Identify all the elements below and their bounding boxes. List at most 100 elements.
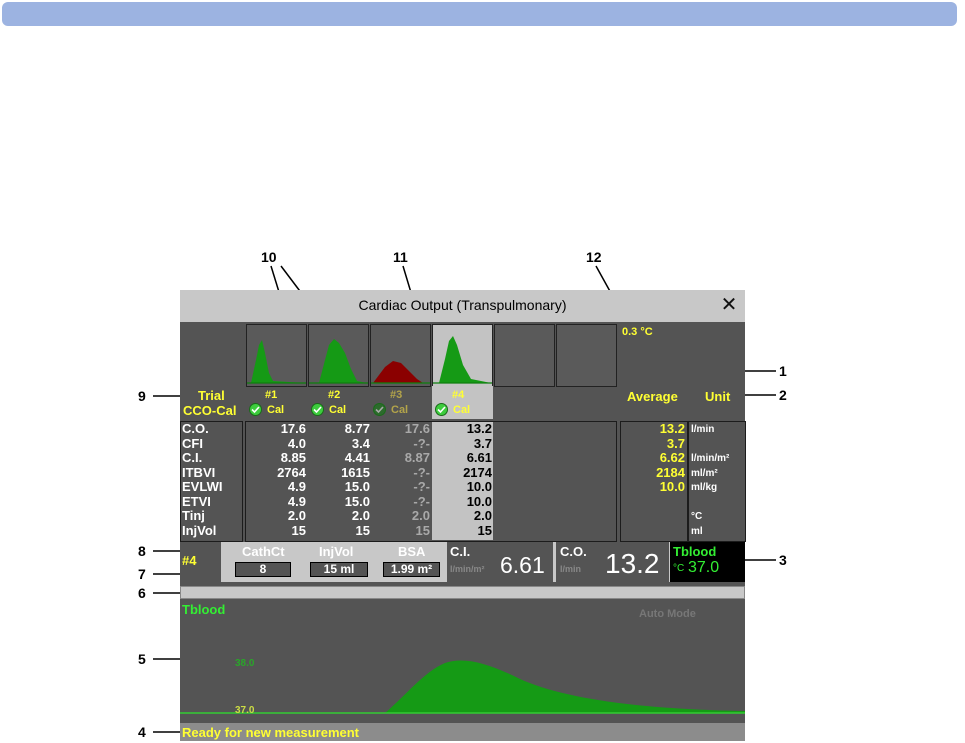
trial4-value: 13.2 xyxy=(466,421,492,436)
trial1-value: 17.6 xyxy=(280,421,306,436)
trial2-value: 15.0 xyxy=(344,479,370,494)
bottom-panel: #4 CathCt 8 InjVol 15 ml BSA 1.99 m² C.I… xyxy=(180,542,745,582)
trial1-value: 8.85 xyxy=(280,450,306,465)
trial-number-2: #2 xyxy=(328,389,341,401)
average-value: 3.7 xyxy=(666,436,685,451)
y-upper-label: 38.0 xyxy=(235,658,255,669)
trial2-value: 15 xyxy=(355,523,370,538)
close-icon[interactable]: ✕ xyxy=(718,294,740,316)
trial1-value: 4.0 xyxy=(287,436,306,451)
average-value: 13.2 xyxy=(659,421,685,436)
temp-readout: 0.3 °C xyxy=(622,326,653,338)
trial2-value: 1615 xyxy=(341,465,370,480)
trial1-value: 4.9 xyxy=(287,479,306,494)
co-value: 13.2 xyxy=(605,548,660,579)
unit-value: ml/m² xyxy=(691,468,718,479)
cal-label-2: Cal xyxy=(329,404,347,416)
ci-label: C.I. xyxy=(450,544,471,559)
param-label: EVLWI xyxy=(182,479,223,494)
trial-curve-4[interactable] xyxy=(432,324,493,387)
cal-label-3: Cal xyxy=(391,404,409,416)
unit-value: l/min xyxy=(691,424,715,435)
check-icon[interactable] xyxy=(435,403,448,416)
trial4-value: 10.0 xyxy=(466,494,492,509)
trial3-value: 15 xyxy=(415,523,430,538)
bsa-label: BSA xyxy=(398,544,426,559)
cal-label-1: Cal xyxy=(267,404,285,416)
unit-label: Unit xyxy=(705,389,731,404)
status-bar: Ready for new measurement xyxy=(180,723,745,741)
param-label: C.I. xyxy=(182,450,203,465)
trial2-value: 4.41 xyxy=(344,450,370,465)
param-label: ETVI xyxy=(182,494,211,509)
trial3-value: -?- xyxy=(413,479,430,494)
trial-curve-1[interactable] xyxy=(246,324,307,387)
tblood-unit: °C xyxy=(673,563,685,574)
trial2-value: 3.4 xyxy=(351,436,370,451)
average-value: 6.62 xyxy=(659,450,685,465)
trial3-value: -?- xyxy=(413,494,430,509)
average-value: 2184 xyxy=(656,465,685,480)
unit-value: ml/kg xyxy=(691,482,718,493)
unit-value: ml xyxy=(691,526,703,537)
co-label: C.O. xyxy=(560,544,587,559)
trial-curve-3[interactable] xyxy=(370,324,431,387)
y-lower-label: 37.0 xyxy=(235,705,255,716)
injvol-label: InjVol xyxy=(319,544,354,559)
trial3-value: 2.0 xyxy=(411,508,430,523)
trial1-value: 15 xyxy=(291,523,306,538)
trial-number-3: #3 xyxy=(390,389,403,401)
trial4-value: 2.0 xyxy=(473,508,492,523)
check-icon[interactable] xyxy=(373,403,386,416)
cal-label-4: Cal xyxy=(453,404,471,416)
trial4-value: 3.7 xyxy=(473,436,492,451)
trial1-value: 2.0 xyxy=(287,508,306,523)
unit-value: l/min/m² xyxy=(691,453,730,464)
average-value: 10.0 xyxy=(659,479,685,494)
check-icon[interactable] xyxy=(249,403,262,416)
current-trial-number: #4 xyxy=(182,553,197,568)
bsa-field[interactable]: 1.99 m² xyxy=(383,562,440,577)
trial-curve-5[interactable] xyxy=(494,324,555,387)
cardiac-output-window: Cardiac Output (Transpulmonary) ✕ 0.3 °C… xyxy=(180,290,746,741)
ci-value: 6.61 xyxy=(500,552,545,578)
trial3-value: 17.6 xyxy=(404,421,430,436)
param-label: C.O. xyxy=(182,421,209,436)
param-label: InjVol xyxy=(182,523,217,538)
param-label: ITBVI xyxy=(182,465,216,480)
trial4-value: 6.61 xyxy=(466,450,492,465)
window-title: Cardiac Output (Transpulmonary) xyxy=(358,297,567,313)
unit-value: °C xyxy=(691,511,703,522)
separator-bar xyxy=(180,586,745,599)
trial4-value: 2174 xyxy=(463,465,492,480)
trial2-value: 15.0 xyxy=(344,494,370,509)
co-unit: l/min xyxy=(560,564,582,574)
curve-label: Tblood xyxy=(182,602,226,617)
cco-cal-label: CCO-Cal xyxy=(183,403,237,418)
trial4-value: 15 xyxy=(477,523,492,538)
trial-label: Trial xyxy=(198,388,225,403)
trial-curve-6[interactable] xyxy=(556,324,617,387)
trial1-value: 4.9 xyxy=(287,494,306,509)
trial1-value: 2764 xyxy=(277,465,306,480)
injvol-field[interactable]: 15 ml xyxy=(310,562,368,577)
cathct-label: CathCt xyxy=(242,544,285,559)
tblood-label: Tblood xyxy=(673,544,717,559)
trial3-value: -?- xyxy=(413,465,430,480)
tblood-value: 37.0 xyxy=(688,559,720,576)
status-message: Ready for new measurement xyxy=(182,725,360,740)
ci-unit: l/min/m² xyxy=(450,564,485,574)
trial-curve-2[interactable] xyxy=(308,324,369,387)
param-label: CFI xyxy=(182,436,203,451)
trial-number-4: #4 xyxy=(452,389,465,401)
cathct-field[interactable]: 8 xyxy=(235,562,291,577)
trial2-value: 8.77 xyxy=(344,421,370,436)
trial-number-1: #1 xyxy=(265,389,278,401)
curve-area: Tblood Auto Mode 38.0 37.0 xyxy=(180,601,745,723)
average-label: Average xyxy=(627,389,678,404)
trial2-value: 2.0 xyxy=(351,508,370,523)
trial3-value: -?- xyxy=(413,436,430,451)
param-label: Tinj xyxy=(182,508,205,523)
check-icon[interactable] xyxy=(311,403,324,416)
window-titlebar: Cardiac Output (Transpulmonary) ✕ xyxy=(180,290,745,322)
